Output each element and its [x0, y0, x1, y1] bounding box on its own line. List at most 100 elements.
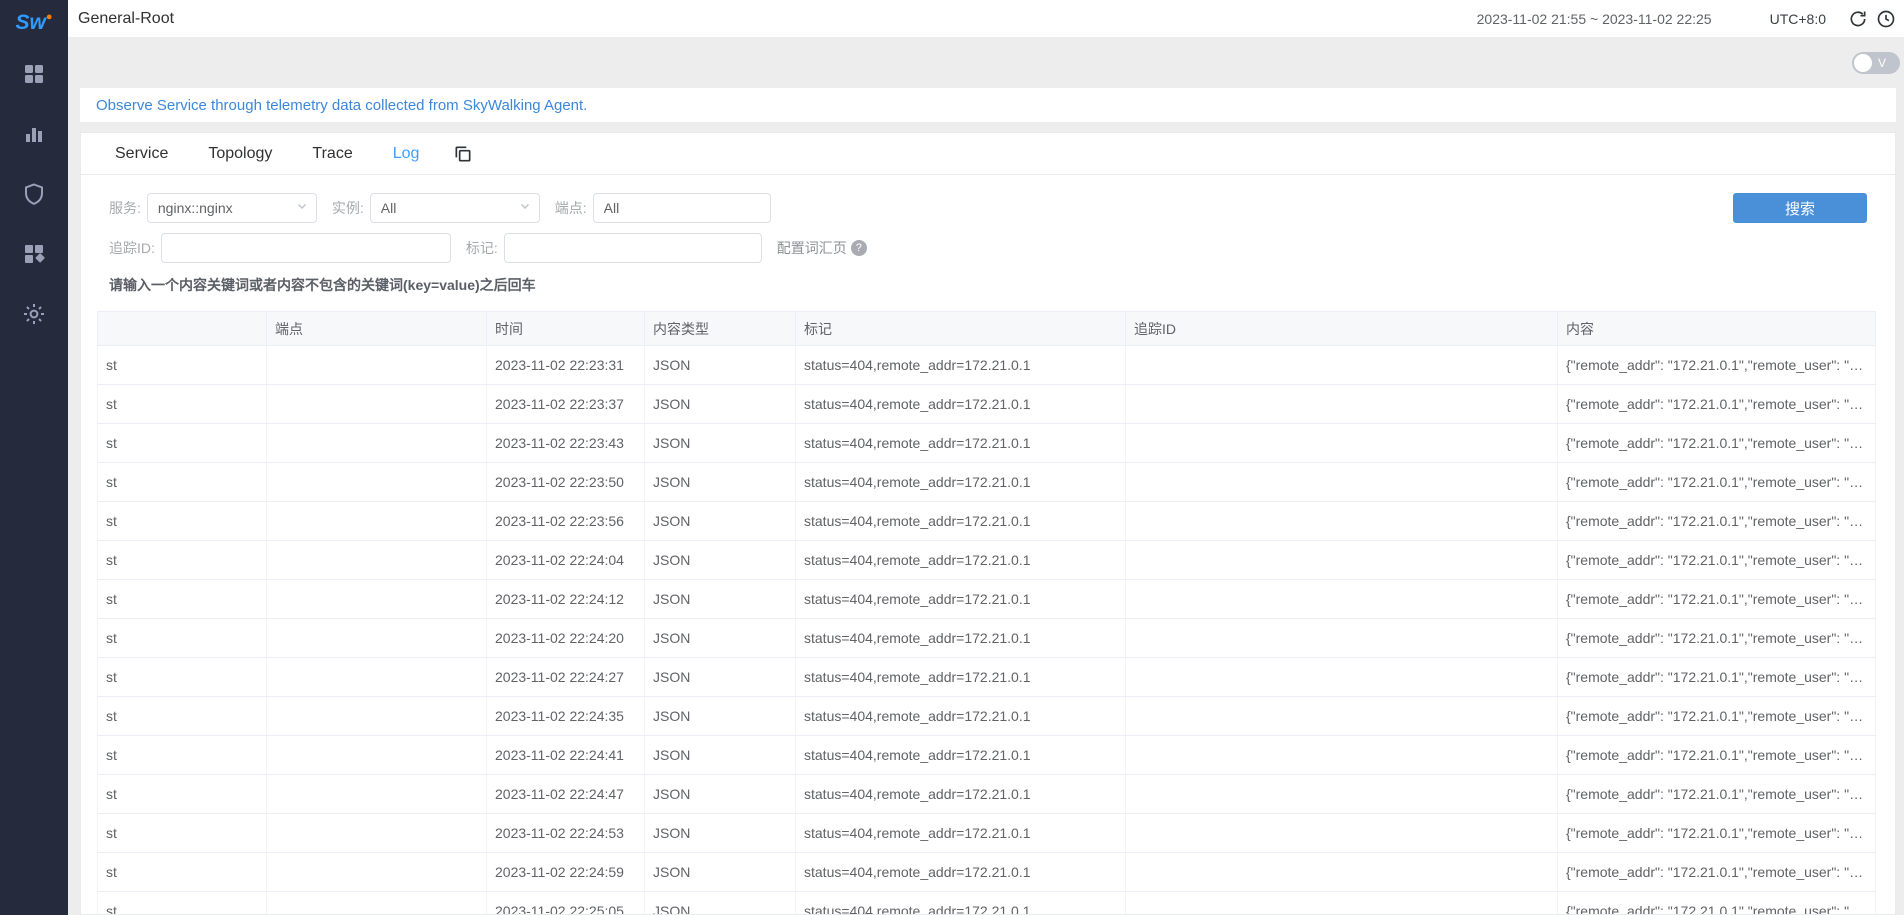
service-select[interactable]: nginx::nginx: [147, 193, 317, 223]
search-button[interactable]: 搜索: [1733, 193, 1867, 223]
table-cell: [1126, 814, 1558, 853]
log-table-header: 端点时间内容类型标记追踪ID内容: [98, 312, 1876, 346]
table-cell: JSON: [645, 346, 796, 385]
time-range-selector[interactable]: 2023-11-02 21:55 ~ 2023-11-02 22:25: [1477, 11, 1712, 27]
table-cell: JSON: [645, 775, 796, 814]
config-vocabulary-link[interactable]: 配置词汇页 ?: [777, 238, 867, 258]
table-cell: status=404,remote_addr=172.21.0.1: [796, 580, 1126, 619]
table-cell: [1126, 853, 1558, 892]
table-cell: status=404,remote_addr=172.21.0.1: [796, 892, 1126, 915]
copy-icon[interactable]: [453, 144, 473, 164]
table-cell: status=404,remote_addr=172.21.0.1: [796, 736, 1126, 775]
table-cell: status=404,remote_addr=172.21.0.1: [796, 853, 1126, 892]
sidebar-item-security[interactable]: [0, 166, 68, 226]
skywalking-logo[interactable]: Sw●: [16, 0, 53, 46]
column-header: 时间: [487, 312, 645, 346]
tab-service[interactable]: Service: [95, 133, 188, 174]
table-cell: [267, 424, 487, 463]
table-cell: JSON: [645, 814, 796, 853]
logo-dot-icon: ●: [46, 11, 53, 23]
table-cell: [1126, 463, 1558, 502]
clock-icon[interactable]: [1876, 9, 1896, 29]
tag-input[interactable]: [504, 233, 762, 263]
table-cell: [267, 736, 487, 775]
table-row[interactable]: st2023-11-02 22:23:50JSONstatus=404,remo…: [98, 463, 1876, 502]
table-cell: 2023-11-02 22:24:35: [487, 697, 645, 736]
table-row[interactable]: st2023-11-02 22:24:27JSONstatus=404,remo…: [98, 658, 1876, 697]
shield-icon: [22, 182, 46, 211]
table-row[interactable]: st2023-11-02 22:24:12JSONstatus=404,remo…: [98, 580, 1876, 619]
table-cell: [267, 775, 487, 814]
table-cell: st: [98, 346, 267, 385]
dashboard-icon: [22, 62, 46, 91]
table-cell: JSON: [645, 541, 796, 580]
table-cell: {"remote_addr": "172.21.0.1","remote_use…: [1558, 541, 1876, 580]
table-cell: JSON: [645, 580, 796, 619]
table-cell: [1126, 502, 1558, 541]
table-cell: st: [98, 697, 267, 736]
service-select-value: nginx::nginx: [158, 200, 296, 216]
refresh-icon[interactable]: [1848, 9, 1868, 29]
tab-topology[interactable]: Topology: [188, 133, 292, 174]
table-cell: [1126, 892, 1558, 915]
table-cell: [267, 346, 487, 385]
table-row[interactable]: st2023-11-02 22:24:53JSONstatus=404,remo…: [98, 814, 1876, 853]
table-cell: [267, 658, 487, 697]
table-cell: status=404,remote_addr=172.21.0.1: [796, 541, 1126, 580]
table-cell: [1126, 775, 1558, 814]
table-cell: st: [98, 892, 267, 915]
sidebar-item-settings[interactable]: [0, 286, 68, 346]
table-cell: 2023-11-02 22:23:43: [487, 424, 645, 463]
table-cell: st: [98, 502, 267, 541]
table-row[interactable]: st 2023-11-02 22:24:35JSONstatus=404,remo…: [98, 697, 1876, 736]
table-row[interactable]: st2023-11-02 22:23:31JSONstatus=404,remo…: [98, 346, 1876, 385]
sidebar-item-components[interactable]: [0, 226, 68, 286]
column-header: 追踪ID: [1126, 312, 1558, 346]
table-cell: {"remote_addr": "172.21.0.1","remote_use…: [1558, 580, 1876, 619]
info-banner: Observe Service through telemetry data c…: [80, 88, 1896, 122]
search-hint-text: 请输入一个内容关键词或者内容不包含的关键词(key=value)之后回车: [109, 273, 1895, 311]
table-cell: JSON: [645, 736, 796, 775]
logo-text: Sw: [16, 11, 46, 35]
tag-label: 标记:: [466, 238, 498, 258]
gear-icon: [22, 302, 46, 331]
table-cell: status=404,remote_addr=172.21.0.1: [796, 697, 1126, 736]
bar-chart-icon: [22, 122, 46, 151]
table-row[interactable]: st2023-11-02 22:23:56JSONstatus=404,remo…: [98, 502, 1876, 541]
table-row[interactable]: st2023-11-02 22:24:41JSONstatus=404,remo…: [98, 736, 1876, 775]
sidebar-item-dashboard[interactable]: [0, 46, 68, 106]
table-cell: JSON: [645, 658, 796, 697]
table-cell: JSON: [645, 697, 796, 736]
trace-id-input[interactable]: [161, 233, 451, 263]
instance-select-value: All: [381, 200, 519, 216]
table-row[interactable]: st2023-11-02 22:24:59JSONstatus=404,remo…: [98, 853, 1876, 892]
endpoint-input[interactable]: [593, 193, 771, 223]
table-row[interactable]: st2023-11-02 22:23:37JSONstatus=404,remo…: [98, 385, 1876, 424]
instance-select[interactable]: All: [370, 193, 540, 223]
table-cell: {"remote_addr": "172.21.0.1","remote_use…: [1558, 853, 1876, 892]
toggle-switch[interactable]: V: [1852, 52, 1900, 74]
trace-id-label: 追踪ID:: [109, 238, 155, 258]
table-cell: status=404,remote_addr=172.21.0.1: [796, 346, 1126, 385]
banner-text: Observe Service through telemetry data c…: [96, 97, 587, 114]
table-row[interactable]: st2023-11-02 22:25:05JSONstatus=404,remo…: [98, 892, 1876, 915]
table-cell: [267, 697, 487, 736]
help-icon: ?: [851, 240, 867, 256]
tab-trace[interactable]: Trace: [292, 133, 372, 174]
table-row[interactable]: st2023-11-02 22:24:47JSONstatus=404,remo…: [98, 775, 1876, 814]
table-cell: JSON: [645, 619, 796, 658]
table-row[interactable]: st2023-11-02 22:23:43JSONstatus=404,remo…: [98, 424, 1876, 463]
tab-log[interactable]: Log: [373, 133, 440, 174]
table-row[interactable]: st2023-11-02 22:24:04JSONstatus=404,remo…: [98, 541, 1876, 580]
table-cell: status=404,remote_addr=172.21.0.1: [796, 463, 1126, 502]
table-row[interactable]: st2023-11-02 22:24:20JSONstatus=404,remo…: [98, 619, 1876, 658]
table-cell: 2023-11-02 22:24:27: [487, 658, 645, 697]
content-panel: Service Topology Trace Log 服务: nginx::ng…: [80, 132, 1896, 915]
table-cell: [267, 580, 487, 619]
table-cell: [267, 463, 487, 502]
table-cell: [267, 502, 487, 541]
sidebar-item-charts[interactable]: [0, 106, 68, 166]
column-header: [98, 312, 267, 346]
table-cell: {"remote_addr": "172.21.0.1","remote_use…: [1558, 502, 1876, 541]
table-cell: JSON: [645, 502, 796, 541]
